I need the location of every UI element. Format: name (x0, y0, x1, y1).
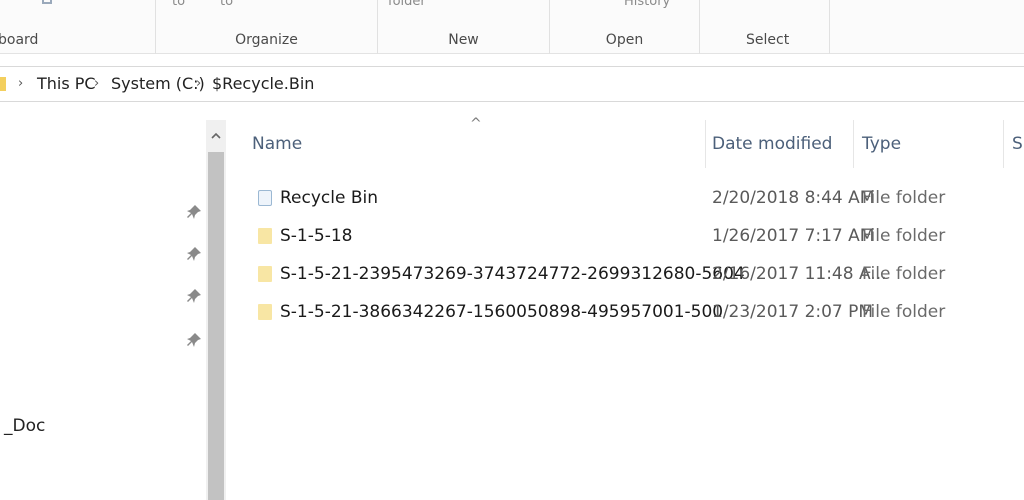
row-name: S-1-5-18 (280, 226, 353, 246)
pin-icon[interactable] (186, 246, 202, 262)
table-row[interactable]: S-1-5-21-3866342267-1560050898-495957001… (250, 296, 1024, 330)
file-list: ^ Name Date modified Type Si Recycle Bin… (226, 116, 1024, 500)
ribbon-group-organize: to to Organize (156, 0, 378, 54)
breadcrumb-system-c[interactable]: System (C:) (111, 74, 205, 93)
address-bar[interactable]: › This PC › System (C:) › $Recycle.Bin (0, 66, 1024, 102)
row-name: Recycle Bin (280, 188, 379, 208)
breadcrumb-chevron-icon[interactable]: › (18, 76, 23, 91)
row-name: S-1-5-21-2395473269-3743724772-269931268… (280, 264, 745, 284)
row-date: 1/23/2017 2:07 PM (712, 302, 874, 322)
nav-item-doc[interactable]: _Doc (4, 416, 45, 436)
group-label-organize: Organize (235, 32, 298, 48)
folder-icon (258, 228, 272, 244)
navigation-pane (0, 120, 206, 500)
row-type: File folder (862, 226, 946, 246)
nav-scrollbar[interactable] (206, 120, 226, 500)
breadcrumb-chevron-icon[interactable]: › (94, 76, 99, 91)
ribbon-group-select: Select (700, 0, 830, 54)
row-name: S-1-5-21-3866342267-1560050898-495957001… (280, 302, 724, 322)
row-date: 2/20/2018 8:44 AM (712, 188, 875, 208)
recycle-bin-icon (258, 190, 272, 206)
ribbon-group-clipboard: board (0, 0, 156, 54)
move-to-label[interactable]: to (172, 0, 185, 9)
row-type: File folder (862, 188, 946, 208)
pin-icon[interactable] (186, 204, 202, 220)
table-row[interactable]: Recycle Bin 2/20/2018 8:44 AM File folde… (250, 182, 1024, 216)
row-date: 1/26/2017 7:17 AM (712, 226, 875, 246)
breadcrumb-recycle-bin[interactable]: $Recycle.Bin (212, 74, 314, 93)
chevron-up-icon (211, 132, 221, 139)
clipboard-icon[interactable] (42, 0, 52, 4)
group-label-clipboard: board (0, 32, 39, 48)
pin-icon[interactable] (186, 288, 202, 304)
history-label[interactable]: History (624, 0, 670, 9)
ribbon-group-open: History Open (550, 0, 700, 54)
copy-to-label[interactable]: to (220, 0, 233, 9)
group-label-select: Select (746, 32, 790, 48)
ribbon: board to to Organize folder New History … (0, 0, 1024, 54)
row-date: 2/16/2017 11:48 A... (712, 264, 887, 284)
table-row[interactable]: S-1-5-21-2395473269-3743724772-269931268… (250, 258, 1024, 292)
group-label-open: Open (605, 32, 644, 48)
folder-icon (258, 266, 272, 282)
new-folder-label[interactable]: folder (388, 0, 426, 9)
ribbon-group-new: folder New (378, 0, 550, 54)
group-label-new: New (448, 32, 479, 48)
breadcrumb-chevron-icon[interactable]: › (196, 76, 201, 91)
table-row[interactable]: S-1-5-18 1/26/2017 7:17 AM File folder (250, 220, 1024, 254)
column-header-size[interactable]: Si (1004, 120, 1024, 168)
folder-icon (258, 304, 272, 320)
column-header-type[interactable]: Type (854, 120, 1004, 168)
column-header-date[interactable]: Date modified (704, 120, 854, 168)
row-type: File folder (862, 264, 946, 284)
breadcrumb-this-pc[interactable]: This PC (37, 74, 96, 93)
scroll-thumb[interactable] (208, 152, 224, 500)
column-header-name[interactable]: Name (244, 120, 706, 168)
scroll-up-button[interactable] (206, 120, 226, 150)
pin-icon[interactable] (186, 332, 202, 348)
row-type: File folder (862, 302, 946, 322)
folder-icon (0, 77, 6, 91)
